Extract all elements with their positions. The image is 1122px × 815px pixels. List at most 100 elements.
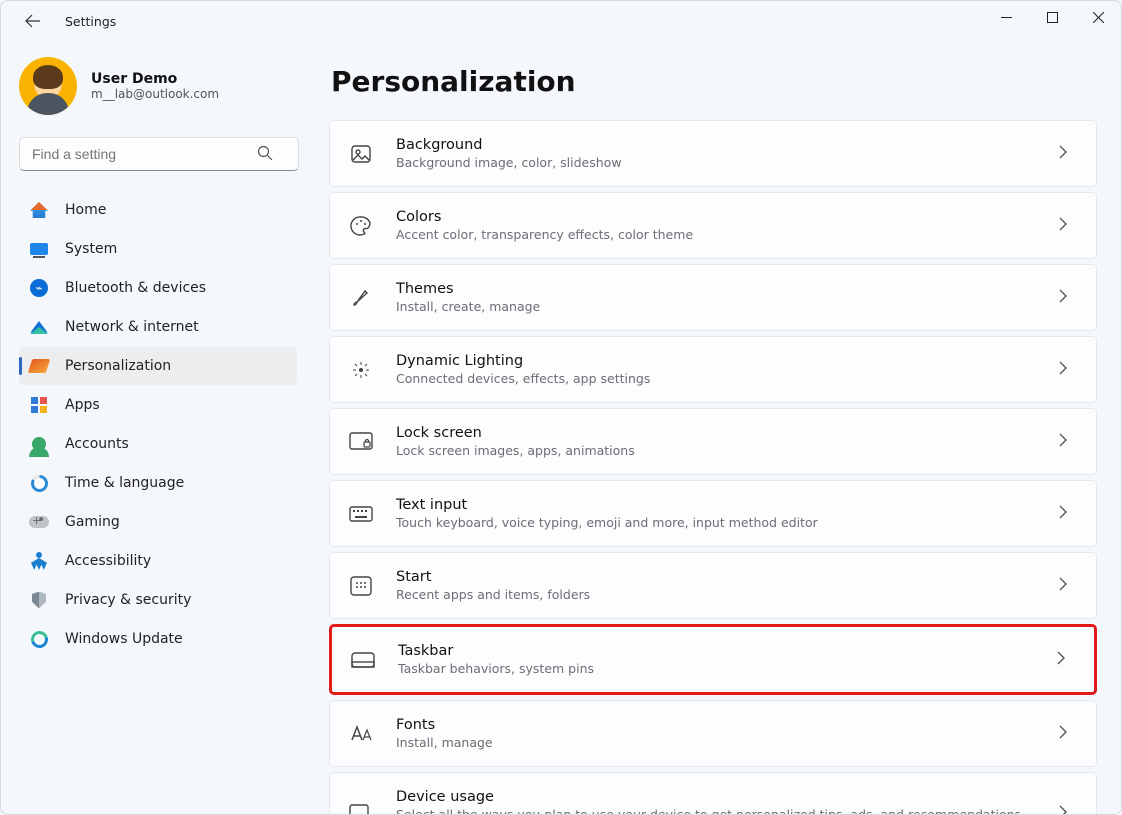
start-menu-icon [348,573,374,599]
card-colors[interactable]: ColorsAccent color, transparency effects… [329,192,1097,259]
card-desc: Connected devices, effects, app settings [396,371,1058,386]
nav-label: Bluetooth & devices [65,280,206,296]
nav-item-accessibility[interactable]: Accessibility [19,542,297,580]
lock-screen-icon [348,429,374,455]
card-desc: Lock screen images, apps, animations [396,443,1058,458]
user-email: m__lab@outlook.com [91,87,219,101]
chevron-right-icon [1058,576,1076,595]
card-title: Themes [396,281,1058,297]
nav-item-accounts[interactable]: Accounts [19,425,297,463]
chevron-right-icon [1058,432,1076,451]
sparkle-icon [348,357,374,383]
nav-item-update[interactable]: Windows Update [19,620,297,658]
sidebar: User Demo m__lab@outlook.com Home System… [1,41,311,814]
card-themes[interactable]: Themes Install, create, manage [329,264,1097,331]
card-title: Fonts [396,717,1058,733]
card-dynamic-lighting[interactable]: Dynamic Lighting Connected devices, effec… [329,336,1097,403]
maximize-icon [1047,12,1058,23]
accessibility-icon [29,551,49,571]
page-title: Personalization [331,65,1097,98]
nav-label: Personalization [65,358,171,374]
back-button[interactable] [21,9,45,33]
minimize-button[interactable] [983,1,1029,33]
minimize-icon [1001,12,1012,23]
card-desc: Select all the ways you plan to use your… [396,807,1058,814]
search-box[interactable] [19,137,297,171]
card-title: Dynamic Lighting [396,353,1058,369]
nav-item-bluetooth[interactable]: ⌁ Bluetooth & devices [19,269,297,307]
card-title: Background [396,137,1058,153]
chevron-right-icon [1058,360,1076,379]
nav-label: System [65,241,117,257]
taskbar-icon [350,647,376,673]
card-taskbar[interactable]: Taskbar Taskbar behaviors, system pins [329,624,1097,695]
nav-label: Privacy & security [65,592,191,608]
nav-item-apps[interactable]: Apps [19,386,297,424]
card-title: Device usage [396,789,1058,805]
card-title: Start [396,569,1058,585]
card-lock-screen[interactable]: Lock screenLock screen images, apps, ani… [329,408,1097,475]
nav-item-privacy[interactable]: Privacy & security [19,581,297,619]
paintbrush-icon [348,285,374,311]
titlebar: Settings [1,1,1121,41]
card-fonts[interactable]: Fonts Install, manage [329,700,1097,767]
system-icon [29,239,49,259]
apps-icon [29,395,49,415]
nav-item-home[interactable]: Home [19,191,297,229]
keyboard-icon [348,501,374,527]
close-button[interactable] [1075,1,1121,33]
nav-item-network[interactable]: Network & internet [19,308,297,346]
person-icon [29,434,49,454]
card-title: Taskbar [398,643,1056,659]
card-text-input[interactable]: Text input Touch keyboard, voice typing, … [329,480,1097,547]
picture-icon [348,141,374,167]
settings-list: Background Background image, color, slide… [329,120,1097,814]
card-title: Colors [396,209,1058,225]
chevron-right-icon [1058,724,1076,743]
nav-item-time[interactable]: Time & language [19,464,297,502]
chevron-right-icon [1058,144,1076,163]
shield-icon [29,590,49,610]
card-desc: Install, manage [396,735,1058,750]
nav-label: Accounts [65,436,129,452]
brush-icon [29,356,49,376]
nav-item-system[interactable]: System [19,230,297,268]
maximize-button[interactable] [1029,1,1075,33]
nav-label: Apps [65,397,100,413]
close-icon [1093,12,1104,23]
card-desc: Recent apps and items, folders [396,587,1058,602]
chevron-right-icon [1058,216,1076,235]
update-icon [29,629,49,649]
user-block[interactable]: User Demo m__lab@outlook.com [19,57,297,115]
card-desc: Touch keyboard, voice typing, emoji and … [396,515,1058,530]
search-icon [257,145,273,165]
user-name: User Demo [91,71,219,87]
window-controls [983,1,1121,33]
app-title: Settings [65,14,116,29]
card-device-usage[interactable]: Device usage Select all the ways you plan… [329,772,1097,814]
device-check-icon [348,800,374,814]
nav-label: Gaming [65,514,120,530]
card-title: Text input [396,497,1058,513]
clock-icon [29,473,49,493]
nav-item-gaming[interactable]: Gaming [19,503,297,541]
nav-label: Accessibility [65,553,151,569]
gamepad-icon [29,512,49,532]
card-desc: Install, create, manage [396,299,1058,314]
nav-label: Windows Update [65,631,183,647]
nav-label: Time & language [65,475,184,491]
nav-item-personalization[interactable]: Personalization [19,347,297,385]
bluetooth-icon: ⌁ [29,278,49,298]
fonts-icon [348,721,374,747]
arrow-left-icon [25,13,41,29]
main-content: Personalization Background Background ima… [311,41,1121,814]
card-start[interactable]: Start Recent apps and items, folders [329,552,1097,619]
card-desc: Background image, color, slideshow [396,155,1058,170]
palette-icon [348,213,374,239]
chevron-right-icon [1058,504,1076,523]
chevron-right-icon [1058,804,1076,815]
card-background[interactable]: Background Background image, color, slide… [329,120,1097,187]
card-desc: Taskbar behaviors, system pins [398,661,1056,676]
nav-label: Home [65,202,106,218]
nav-label: Network & internet [65,319,199,335]
